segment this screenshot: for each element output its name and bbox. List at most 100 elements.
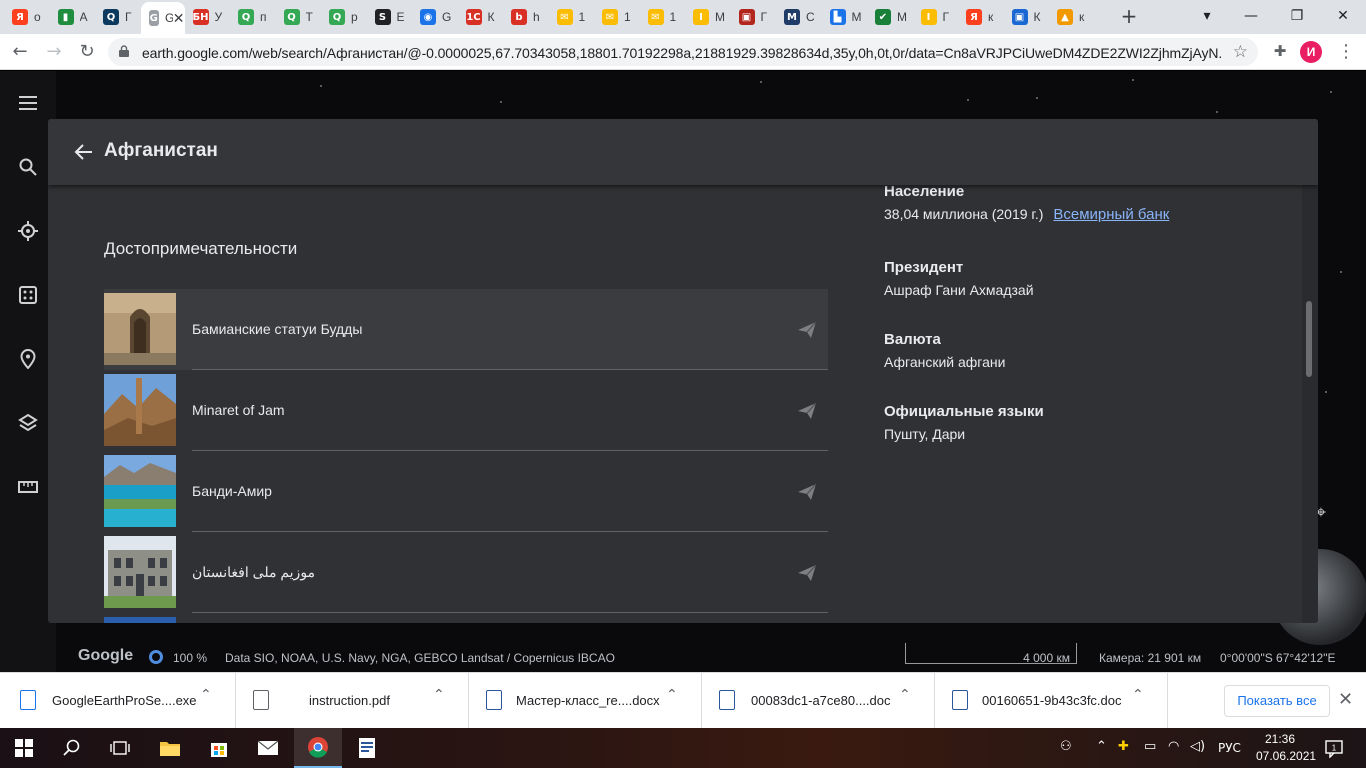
store-icon[interactable] bbox=[195, 728, 243, 768]
reload-button[interactable]: ↻ bbox=[75, 40, 99, 64]
tray-app-icon[interactable]: ✚ bbox=[1118, 739, 1129, 754]
doc-file-icon bbox=[952, 690, 968, 710]
chevron-up-icon[interactable]: ⌃ bbox=[433, 687, 445, 703]
new-tab-button[interactable]: + bbox=[1118, 5, 1140, 27]
panel-title: Афганистан bbox=[104, 140, 218, 161]
minimize-button[interactable]: — bbox=[1228, 0, 1274, 34]
browser-tab[interactable]: SЕ bbox=[367, 4, 413, 30]
forward-button[interactable]: → bbox=[42, 40, 66, 64]
browser-tab[interactable]: ✉ 1 bbox=[549, 4, 595, 30]
panel-scrollbar-thumb[interactable] bbox=[1306, 301, 1312, 377]
download-item[interactable]: 00160651-9b43c3fc.doc ⌃ bbox=[936, 673, 1168, 729]
tab-favicon-icon: Q bbox=[283, 9, 300, 25]
browser-toolbar: ← → ↻ earth.google.com/web/search/Афгани… bbox=[0, 34, 1366, 70]
chevron-up-icon[interactable]: ⌃ bbox=[666, 687, 678, 703]
download-item[interactable]: instruction.pdf ⌃ bbox=[237, 673, 469, 729]
clock[interactable]: 21:36 07.06.2021 bbox=[1256, 731, 1316, 765]
mail-icon[interactable] bbox=[244, 728, 292, 768]
fly-to-send-icon[interactable] bbox=[796, 400, 818, 422]
browser-tab[interactable]: ▲ к bbox=[1049, 4, 1095, 30]
browser-tab[interactable]: ▣ Г bbox=[731, 4, 777, 30]
fly-to-send-icon[interactable] bbox=[796, 562, 818, 584]
voyager-helm-icon[interactable] bbox=[16, 219, 40, 243]
browser-tab[interactable]: Як bbox=[958, 4, 1004, 30]
people-icon[interactable]: ⚇ bbox=[1060, 739, 1072, 754]
population-source-link[interactable]: Всемирный банк bbox=[1053, 206, 1169, 223]
chevron-up-icon[interactable]: ⌃ bbox=[1096, 739, 1107, 754]
extensions-puzzle-icon[interactable]: ✚ bbox=[1270, 42, 1290, 62]
chrome-icon[interactable] bbox=[294, 728, 342, 768]
browser-tab[interactable]: 1С К bbox=[458, 4, 504, 30]
browser-tab[interactable]: ▮ А bbox=[50, 4, 96, 30]
browser-tab[interactable]: Qп bbox=[230, 4, 276, 30]
browser-tab[interactable]: MС bbox=[776, 4, 822, 30]
search-icon[interactable] bbox=[48, 728, 96, 768]
tab-close-icon[interactable]: ✕ bbox=[173, 10, 185, 27]
task-view-icon[interactable] bbox=[96, 728, 144, 768]
projects-pin-icon[interactable] bbox=[16, 347, 40, 371]
close-icon[interactable]: ✕ bbox=[1338, 689, 1353, 710]
wifi-icon[interactable]: ◠ bbox=[1168, 739, 1179, 754]
browser-tab[interactable]: QГ bbox=[95, 4, 141, 30]
download-name: GoogleEarthProSe....exe bbox=[52, 693, 197, 708]
list-item[interactable]: Бамианские статуи Будды bbox=[104, 289, 828, 370]
browser-tab[interactable]: ✔ М bbox=[867, 4, 913, 30]
browser-tab[interactable]: QТ bbox=[276, 4, 322, 30]
measure-ruler-icon[interactable] bbox=[16, 475, 40, 499]
panel-scrollbar-track[interactable] bbox=[1302, 185, 1318, 623]
profile-avatar[interactable]: И bbox=[1300, 41, 1322, 63]
tab-favicon-icon: I bbox=[920, 9, 937, 25]
list-item[interactable]: موزیم ملی افغانستان bbox=[104, 531, 828, 613]
back-button[interactable]: ← bbox=[8, 40, 32, 64]
browser-tab[interactable]: ◉ G bbox=[412, 4, 458, 30]
address-bar[interactable]: earth.google.com/web/search/Афганистан/@… bbox=[108, 38, 1258, 66]
notifications-icon[interactable]: 1 bbox=[1324, 738, 1344, 759]
browser-tab[interactable]: ▣ К bbox=[1004, 4, 1050, 30]
download-item[interactable]: Мастер-класс_re....docx ⌃ bbox=[470, 673, 702, 729]
windows-start-icon[interactable] bbox=[0, 728, 48, 768]
download-item[interactable]: 00083dc1-a7ce80....doc ⌃ bbox=[703, 673, 935, 729]
url-text[interactable]: earth.google.com/web/search/Афганистан/@… bbox=[142, 45, 1222, 61]
back-arrow-icon[interactable] bbox=[72, 140, 96, 164]
document-app-icon[interactable] bbox=[343, 728, 391, 768]
panel-body: Достопримечательности Бамианские статуи … bbox=[48, 183, 1318, 623]
browser-tab[interactable]: G Gt✕ bbox=[140, 2, 185, 34]
file-explorer-icon[interactable] bbox=[146, 728, 194, 768]
tab-title: Т bbox=[305, 10, 313, 24]
search-icon[interactable] bbox=[16, 155, 40, 179]
browser-tab[interactable]: Яо bbox=[4, 4, 50, 30]
list-item[interactable]: Minaret of Jam bbox=[104, 369, 828, 451]
restore-button[interactable]: ❐ bbox=[1274, 0, 1320, 34]
browser-menu-icon[interactable]: ⋮ bbox=[1336, 40, 1356, 64]
chevron-up-icon[interactable]: ⌃ bbox=[200, 687, 212, 703]
earth-viewport[interactable]: ⌖ Афганистан Достопримечательности Бамиа… bbox=[0, 71, 1366, 672]
browser-tab[interactable]: Qр bbox=[321, 4, 367, 30]
scale-bar[interactable]: 4 000 км bbox=[905, 643, 1077, 665]
browser-tab[interactable]: ✉ 1 bbox=[640, 4, 686, 30]
download-item[interactable]: GoogleEarthProSe....exe ⌃ bbox=[4, 673, 236, 729]
map-style-layers-icon[interactable] bbox=[16, 411, 40, 435]
lock-icon[interactable] bbox=[119, 45, 129, 57]
browser-tab[interactable]: bh bbox=[503, 4, 549, 30]
data-credits[interactable]: Data SIO, NOAA, U.S. Navy, NGA, GEBCO La… bbox=[225, 651, 615, 665]
menu-hamburger-icon[interactable] bbox=[16, 91, 40, 115]
browser-tab[interactable]: IГ bbox=[913, 4, 959, 30]
tab-search-icon[interactable]: ▾ bbox=[1184, 0, 1230, 34]
chevron-up-icon[interactable]: ⌃ bbox=[1132, 687, 1144, 703]
browser-tab[interactable]: IМ bbox=[685, 4, 731, 30]
fly-to-send-icon[interactable] bbox=[796, 481, 818, 503]
browser-tab[interactable]: ▙ М bbox=[822, 4, 868, 30]
bookmark-star-icon[interactable]: ☆ bbox=[1233, 42, 1248, 62]
browser-tab[interactable]: БН У bbox=[185, 4, 231, 30]
fact-label: Официальные языки bbox=[884, 403, 1044, 420]
volume-icon[interactable]: ◁) bbox=[1190, 739, 1205, 754]
fly-to-send-icon[interactable] bbox=[796, 319, 818, 341]
feeling-lucky-dice-icon[interactable] bbox=[16, 283, 40, 307]
close-window-button[interactable]: ✕ bbox=[1320, 0, 1366, 34]
show-all-downloads-button[interactable]: Показать все bbox=[1224, 685, 1330, 717]
browser-tab[interactable]: ✉ 1 bbox=[594, 4, 640, 30]
list-item[interactable]: Банди-Амир bbox=[104, 450, 828, 532]
input-language[interactable]: РУС bbox=[1218, 741, 1241, 755]
chevron-up-icon[interactable]: ⌃ bbox=[899, 687, 911, 703]
battery-icon[interactable]: ▭ bbox=[1144, 739, 1156, 754]
